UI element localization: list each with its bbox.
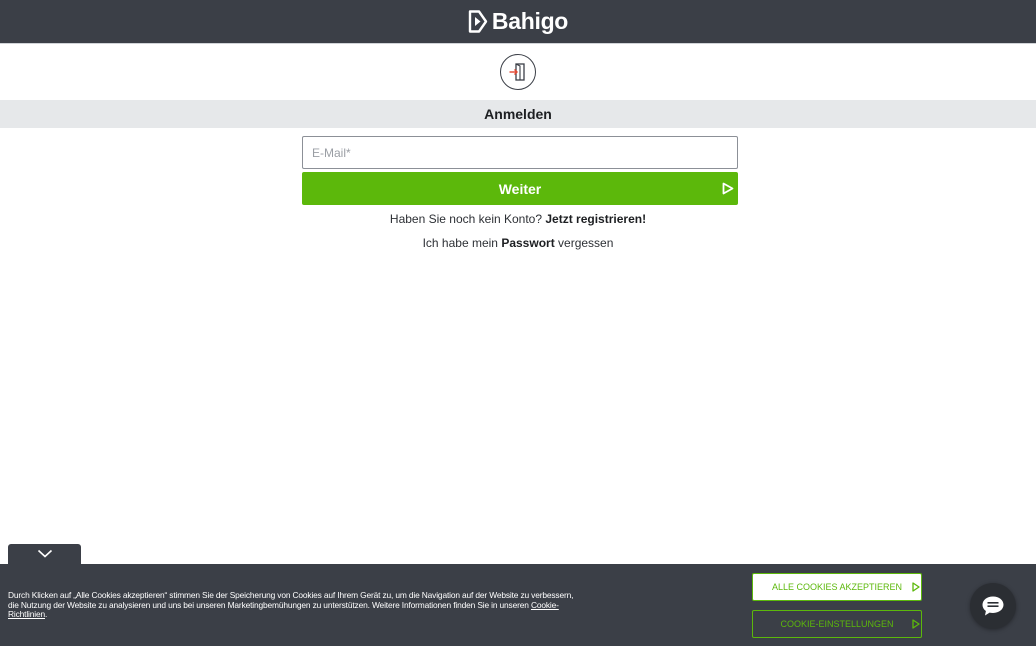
- forgot-suffix: vergessen: [558, 236, 614, 250]
- top-header: Bahigo: [0, 0, 1036, 44]
- weiter-button[interactable]: Weiter: [302, 172, 738, 205]
- login-icon-area: [0, 44, 1036, 99]
- cookie-text-end: .: [45, 609, 48, 619]
- cookie-banner: Durch Klicken auf „Alle Cookies akzeptie…: [0, 564, 1036, 646]
- forgot-password-line: Ich habe mein Passwort vergessen: [0, 236, 1036, 250]
- bahigo-play-icon: [468, 10, 488, 33]
- page-title: Anmelden: [484, 106, 552, 122]
- cookie-settings-button[interactable]: COOKIE-EINSTELLUNGEN: [752, 610, 922, 638]
- forgot-prefix: Ich habe mein: [422, 236, 498, 250]
- cookie-settings-label: COOKIE-EINSTELLUNGEN: [780, 619, 894, 629]
- accept-all-cookies-button[interactable]: ALLE COOKIES AKZEPTIEREN: [752, 573, 922, 601]
- register-prompt-text: Haben Sie noch kein Konto?: [389, 212, 543, 226]
- register-prompt: Haben Sie noch kein Konto? Jetzt registr…: [0, 212, 1036, 226]
- weiter-button-label: Weiter: [498, 180, 542, 197]
- logo-text: Bahigo: [491, 8, 569, 34]
- play-icon: [722, 182, 734, 195]
- email-field[interactable]: [302, 136, 738, 169]
- cookie-consent-text: Durch Klicken auf „Alle Cookies akzeptie…: [8, 590, 578, 620]
- door-enter-icon: [500, 53, 536, 90]
- accept-all-cookies-label: ALLE COOKIES AKZEPTIEREN: [771, 582, 903, 592]
- forgot-password-link[interactable]: Passwort: [501, 236, 554, 250]
- cookie-collapse-button[interactable]: [8, 544, 81, 564]
- play-icon: [912, 582, 920, 592]
- chevron-down-icon: [37, 549, 52, 558]
- chat-button[interactable]: [970, 583, 1016, 629]
- cookie-text-body: Durch Klicken auf „Alle Cookies akzeptie…: [8, 590, 574, 610]
- chat-bubble-icon: [982, 596, 1004, 616]
- login-title-bar: Anmelden: [0, 100, 1036, 128]
- register-link[interactable]: Jetzt registrieren!: [545, 212, 646, 226]
- bahigo-logo[interactable]: Bahigo: [468, 8, 568, 35]
- play-icon: [912, 619, 920, 629]
